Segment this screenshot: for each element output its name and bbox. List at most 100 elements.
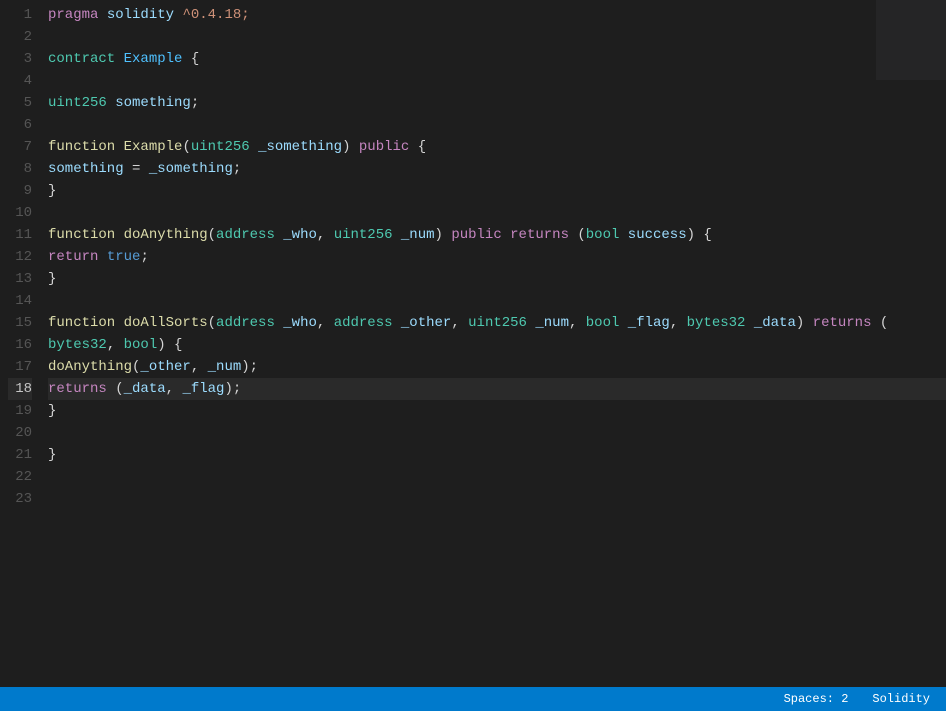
code-line [48,26,946,48]
token: bytes32 [687,315,746,331]
token: _num [208,359,242,375]
token: , [317,315,334,331]
token: _data [754,315,796,331]
token: ) { [157,337,182,353]
token: contract [48,51,115,67]
code-line: } [48,400,946,422]
token: _num [401,227,435,243]
token: ( [569,227,586,243]
line-number: 14 [8,290,32,312]
code-line: } [48,268,946,290]
token: , [317,227,334,243]
token [275,315,283,331]
line-number: 12 [8,246,32,268]
line-number: 4 [8,70,32,92]
token [115,51,123,67]
code-line [48,202,946,224]
minimap [876,0,946,80]
code-line: } [48,180,946,202]
code-line [48,114,946,136]
code-line: function doAllSorts(address _who, addres… [48,312,946,334]
token: ) [796,315,813,331]
token [393,227,401,243]
token: ( [208,227,216,243]
token: ( [871,315,888,331]
token: Example [124,139,183,155]
token: _something [258,139,342,155]
line-number: 6 [8,114,32,136]
line-number: 1 [8,4,32,26]
code-line: function Example(uint256 _something) pub… [48,136,946,158]
token: ) [342,139,359,155]
token: something [48,161,124,177]
line-number: 21 [8,444,32,466]
status-bar: Spaces: 2 Solidity [0,687,946,711]
language-indicator[interactable]: Solidity [872,692,930,706]
line-number: 3 [8,48,32,70]
token: doAnything [48,359,132,375]
code-line: function doAnything(address _who, uint25… [48,224,946,246]
token [98,249,106,265]
code-line [48,290,946,312]
token [619,227,627,243]
token: bool [124,337,158,353]
token: ) { [687,227,712,243]
token: } [48,447,56,463]
token: bool [586,315,620,331]
token: } [48,271,56,287]
line-number: 10 [8,202,32,224]
code-line: } [48,444,946,466]
code-line: something = _something; [48,158,946,180]
line-number: 11 [8,224,32,246]
spaces-indicator[interactable]: Spaces: 2 [784,692,849,706]
token: returns [813,315,872,331]
code-area: 1234567891011121314151617181920212223 pr… [0,0,946,711]
token [275,227,283,243]
line-number: 17 [8,356,32,378]
token [745,315,753,331]
token [115,315,123,331]
code-line: uint256 something; [48,92,946,114]
token: _flag [182,381,224,397]
token: ; [140,249,148,265]
line-number: 9 [8,180,32,202]
line-number: 18 [8,378,32,400]
code-line: doAnything(_other, _num); [48,356,946,378]
token: address [216,315,275,331]
code-content[interactable]: pragma solidity ^0.4.18; contract Exampl… [40,4,946,711]
line-number: 7 [8,136,32,158]
token: public [359,139,409,155]
code-line: bytes32, bool) { [48,334,946,356]
token: uint256 [334,227,393,243]
token: ) [435,227,452,243]
token: function [48,227,115,243]
token: , [451,315,468,331]
token: ( [107,381,124,397]
token: , [107,337,124,353]
token: uint256 [191,139,250,155]
token: _who [283,227,317,243]
token: { [182,51,199,67]
token [115,139,123,155]
token: returns [510,227,569,243]
token: _other [140,359,190,375]
line-number: 15 [8,312,32,334]
line-numbers: 1234567891011121314151617181920212223 [0,4,40,711]
token: } [48,403,56,419]
token: pragma [48,7,98,23]
token: , [670,315,687,331]
token: _data [124,381,166,397]
line-number: 23 [8,488,32,510]
token: returns [48,381,107,397]
token: return [48,249,98,265]
token: ^0.4.18; [174,7,250,23]
line-number: 8 [8,158,32,180]
token: function [48,315,115,331]
token: ( [182,139,190,155]
token: _who [283,315,317,331]
token: _something [149,161,233,177]
token: public [451,227,501,243]
token: ); [224,381,241,397]
token: ( [208,315,216,331]
token: ; [191,95,199,111]
